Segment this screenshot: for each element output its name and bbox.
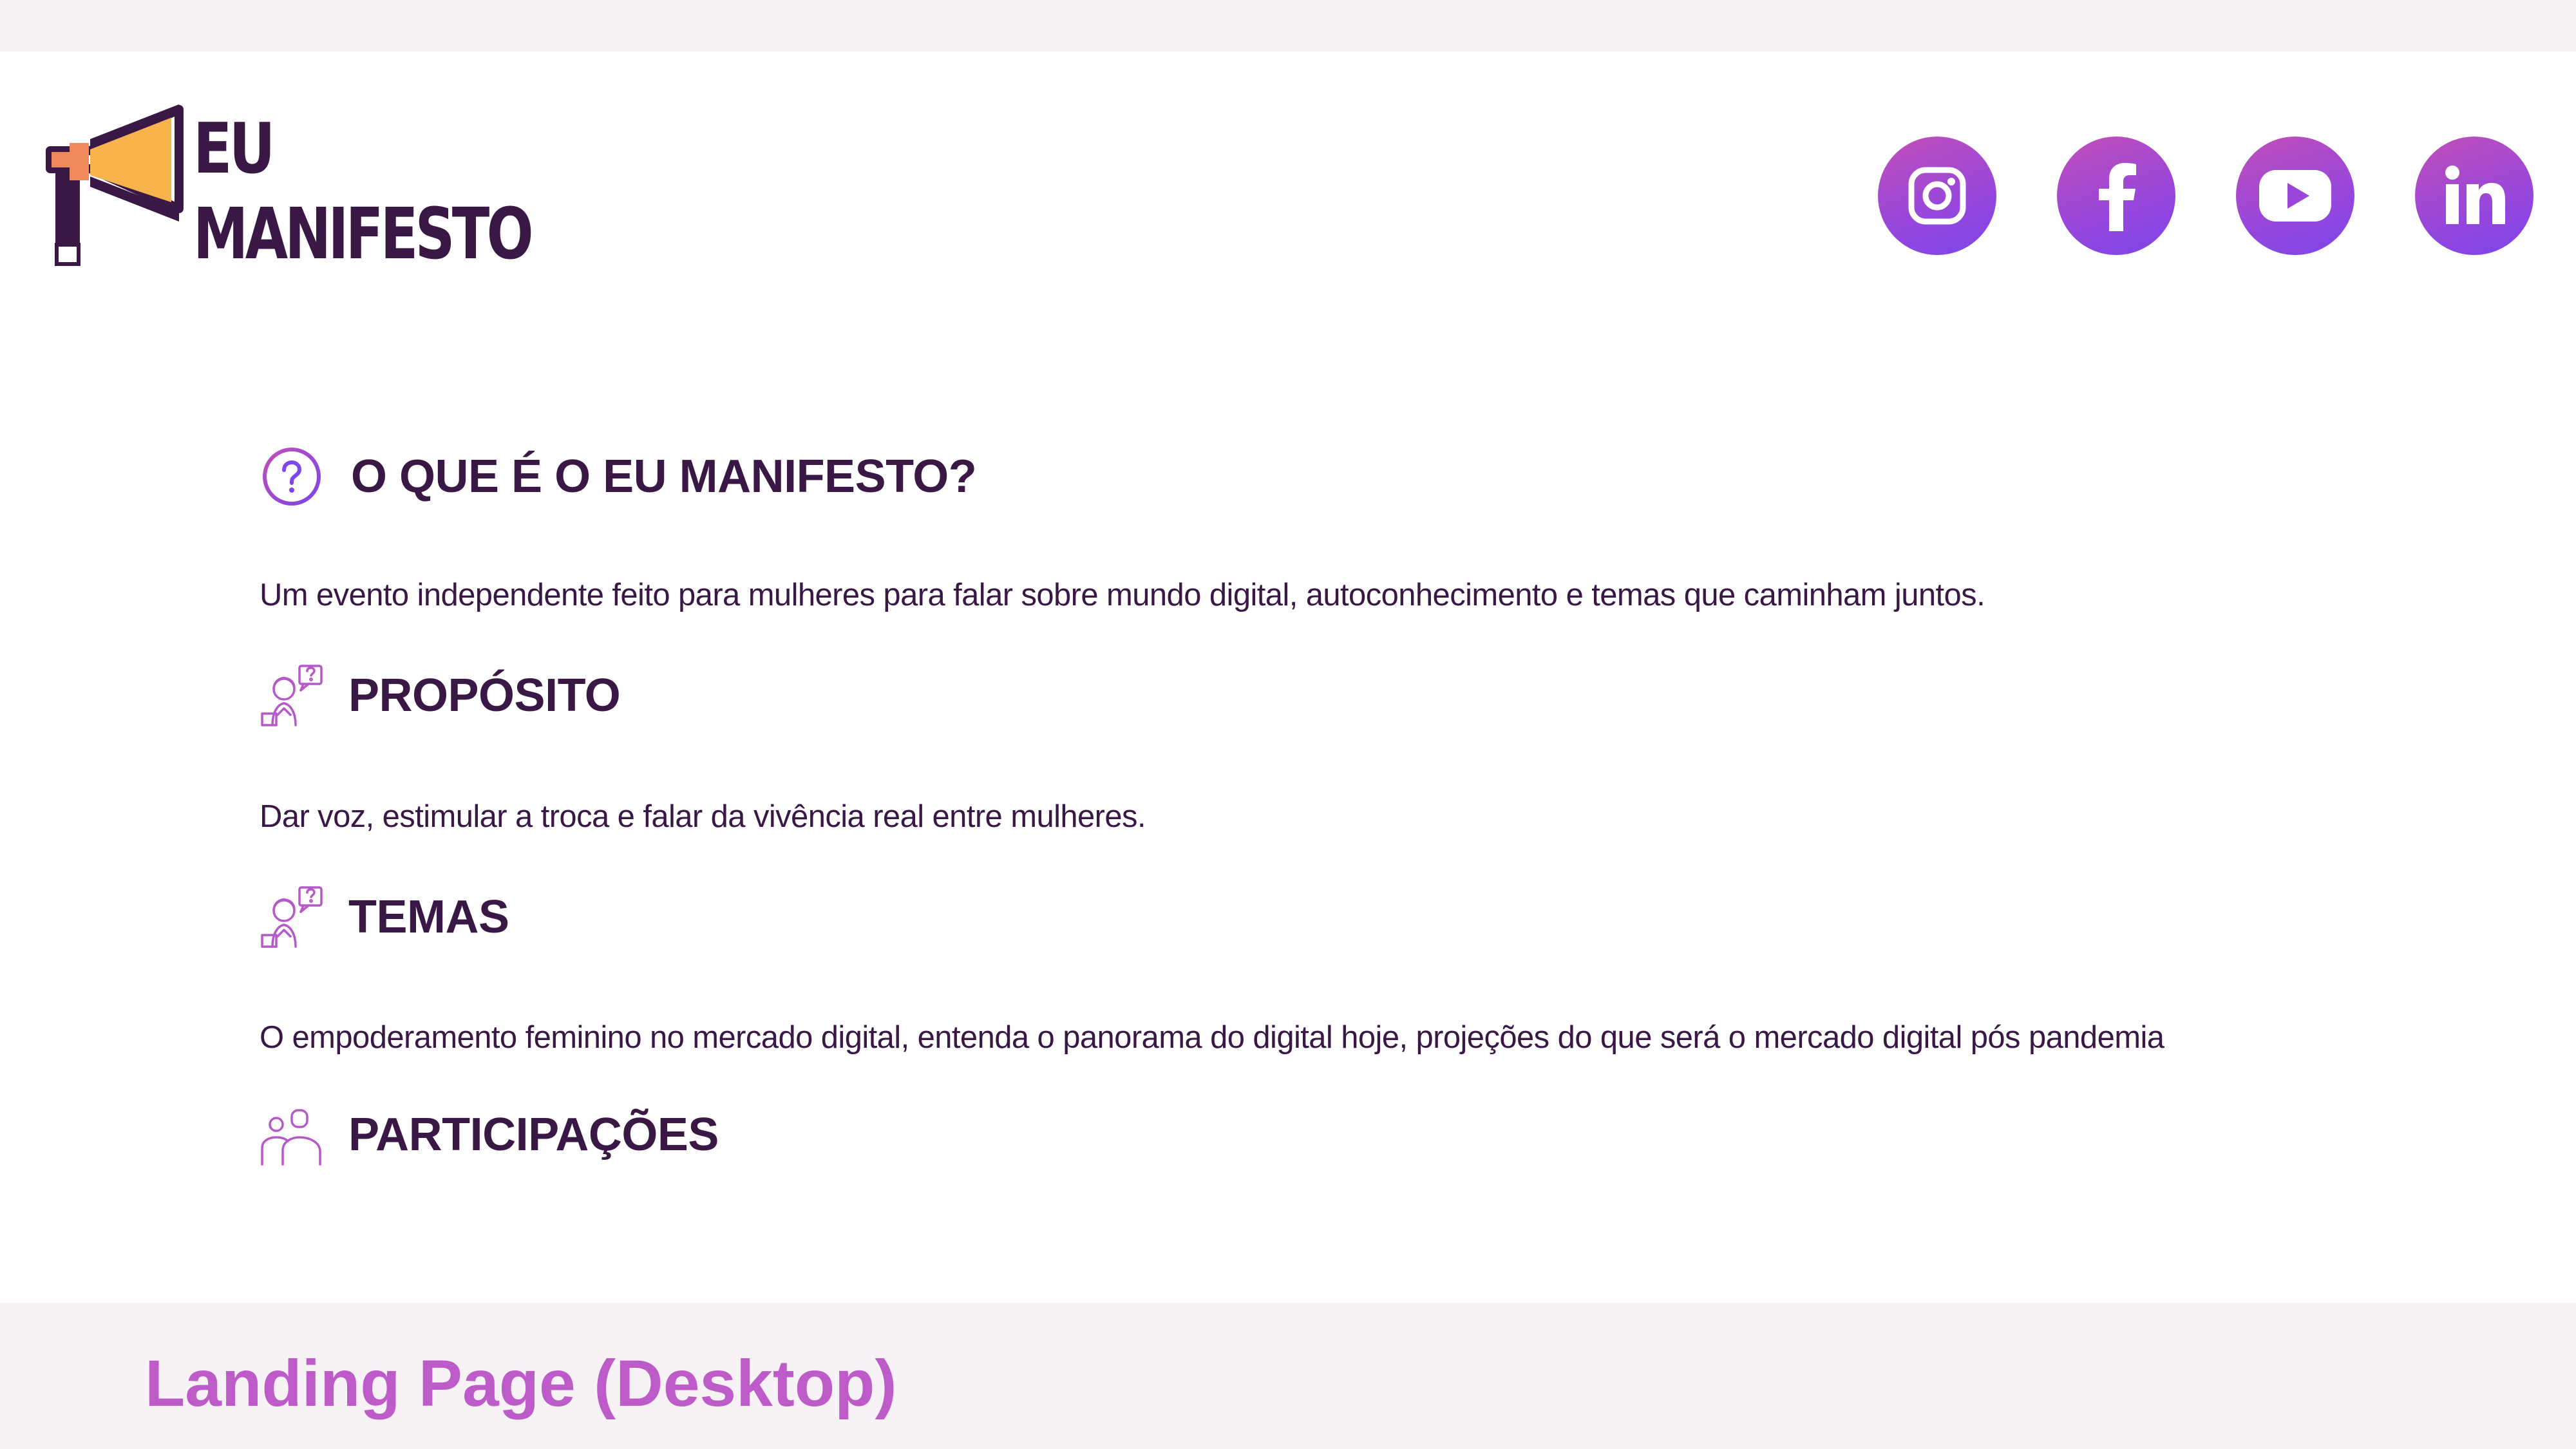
section-about-heading: O QUE É O EU MANIFESTO? (260, 444, 977, 509)
section-participants-heading: PARTICIPAÇÕES (260, 1103, 719, 1167)
section-themes-heading: TEMAS (260, 885, 509, 949)
page: EU MANIFESTO O QUE É O EU MANIFESTO? Um … (0, 0, 2576, 1449)
section-about-text: Um evento independente feito para mulher… (260, 578, 1985, 612)
facebook-icon (2099, 163, 2136, 231)
question-circle-icon (260, 444, 324, 509)
thinking-person-icon (260, 663, 324, 728)
page-caption: Landing Page (Desktop) (145, 1347, 897, 1420)
megaphone-icon (46, 104, 184, 266)
social-links (1878, 137, 2533, 255)
eu-manifesto-logo[interactable]: EU MANIFESTO (44, 104, 559, 278)
logo-line-manifesto: MANIFESTO (193, 193, 534, 275)
landing-page-card: EU MANIFESTO O QUE É O EU MANIFESTO? Um … (0, 52, 2576, 1303)
logo-line-eu: EU (193, 109, 276, 189)
linkedin-icon (2445, 166, 2505, 224)
top-strip (0, 0, 2576, 52)
facebook-button[interactable] (2057, 137, 2175, 255)
youtube-button[interactable] (2236, 137, 2354, 255)
people-icon (260, 1103, 324, 1167)
section-themes-title: TEMAS (348, 891, 509, 943)
linkedin-button[interactable] (2415, 137, 2533, 255)
section-participants-title: PARTICIPAÇÕES (348, 1109, 719, 1160)
section-about-title: O QUE É O EU MANIFESTO? (351, 451, 977, 502)
section-themes-text: O empoderamento feminino no mercado digi… (260, 1020, 2164, 1055)
section-purpose-text: Dar voz, estimular a troca e falar da vi… (260, 799, 1146, 834)
thinking-person-icon (260, 885, 324, 949)
instagram-icon (1908, 167, 1966, 225)
youtube-icon (2259, 170, 2331, 222)
section-purpose-heading: PROPÓSITO (260, 663, 621, 728)
section-purpose-title: PROPÓSITO (348, 670, 621, 721)
instagram-button[interactable] (1878, 137, 1996, 255)
